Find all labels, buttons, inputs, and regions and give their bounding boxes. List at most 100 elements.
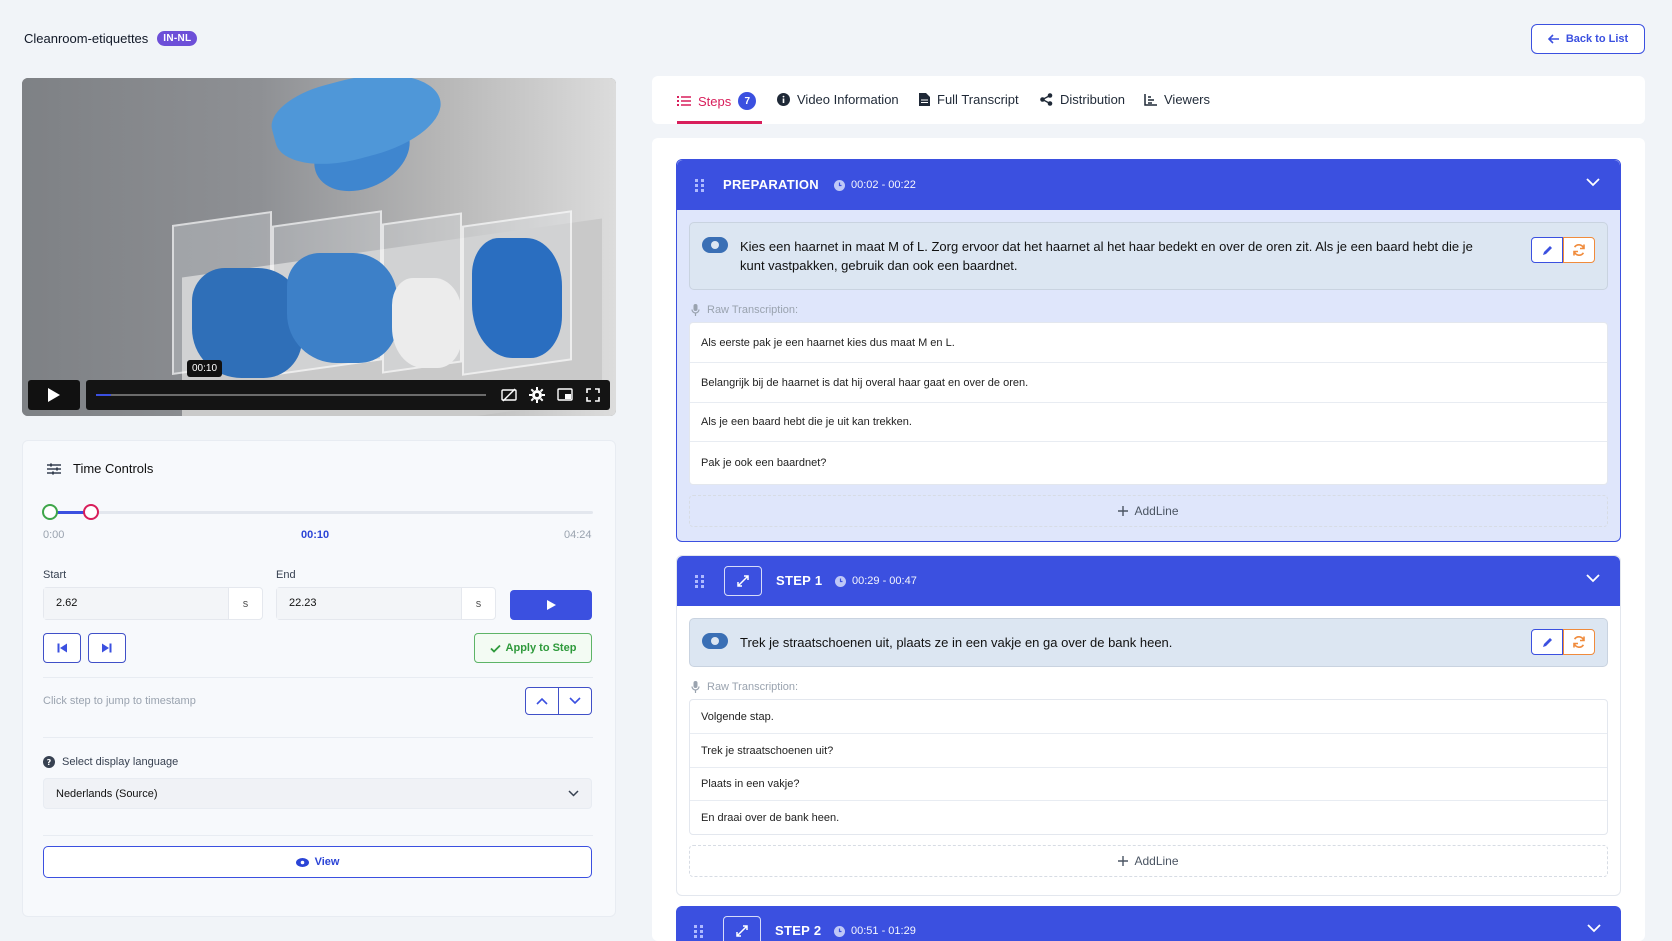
move-step-button[interactable] (724, 566, 762, 596)
fullscreen-icon[interactable] (584, 386, 602, 404)
range-max-label: 04:24 (564, 529, 592, 541)
chevron-down-icon[interactable] (1587, 924, 1601, 933)
chevron-down-icon[interactable] (1586, 574, 1600, 583)
add-line-button[interactable]: AddLine (689, 845, 1608, 877)
step-card[interactable]: STEP 2 00:51 - 01:29 (676, 906, 1621, 941)
start-time-field[interactable]: 2.62 s (43, 587, 263, 620)
drag-handle-icon[interactable] (694, 178, 706, 192)
divider (43, 677, 593, 678)
raw-transcription-list: Volgende stap. Trek je straatschoenen ui… (689, 699, 1608, 835)
divider (43, 835, 593, 836)
divider (43, 737, 593, 738)
transcript-line[interactable]: Volgende stap. (690, 700, 1607, 734)
file-text-icon (919, 93, 930, 106)
clock-icon (834, 179, 845, 191)
tab-viewers[interactable]: Viewers (1144, 92, 1210, 107)
plus-icon (1118, 506, 1129, 516)
step-summary-text: Trek je straatschoenen uit, plaats ze in… (740, 635, 1173, 650)
skip-back-icon (57, 643, 67, 653)
info-icon (777, 93, 790, 106)
language-badge: IN-NL (157, 31, 198, 46)
visibility-toggle-icon[interactable] (702, 633, 728, 649)
step-card[interactable]: STEP 1 00:29 - 00:47 Trek je straatschoe… (676, 555, 1621, 896)
visibility-toggle-icon[interactable] (702, 237, 728, 253)
display-language-value: Nederlands (Source) (56, 787, 158, 800)
arrows-diagonal-icon (736, 925, 748, 937)
start-time-input[interactable]: 2.62 (44, 588, 228, 619)
step-time-range: 00:02 - 00:22 (834, 179, 916, 191)
step-header[interactable]: STEP 2 00:51 - 01:29 (676, 906, 1621, 941)
step-jump-hint: Click step to jump to timestamp (43, 695, 196, 707)
video-progress-bar[interactable]: 00:10 (86, 360, 610, 410)
step-summary[interactable]: Trek je straatschoenen uit, plaats ze in… (689, 618, 1608, 667)
arrows-diagonal-icon (737, 575, 749, 587)
picture-in-picture-icon[interactable] (556, 386, 574, 404)
play-segment-button[interactable] (510, 590, 592, 620)
previous-step-button[interactable] (526, 688, 558, 714)
summary-actions (1531, 237, 1595, 263)
skip-back-button[interactable] (43, 633, 81, 663)
step-card[interactable]: PREPARATION 00:02 - 00:22 Kies een haarn… (676, 159, 1621, 542)
view-label: View (314, 856, 340, 868)
apply-to-step-button[interactable]: Apply to Step (474, 633, 592, 663)
tab-distribution[interactable]: Distribution (1040, 92, 1125, 107)
step-header[interactable]: STEP 1 00:29 - 00:47 (677, 556, 1620, 606)
chevron-down-icon[interactable] (1586, 178, 1600, 187)
top-bar: Cleanroom-etiquettes IN-NL Back to List (0, 0, 1672, 72)
chevron-up-icon (536, 697, 548, 705)
view-button[interactable]: View (43, 846, 592, 878)
step-time-range: 00:29 - 00:47 (835, 575, 917, 587)
step-time-text: 00:29 - 00:47 (852, 575, 917, 587)
tab-full-transcript[interactable]: Full Transcript (919, 92, 1019, 107)
clock-icon (834, 925, 845, 937)
arrow-left-icon (1547, 34, 1559, 44)
tab-video-information[interactable]: Video Information (777, 92, 899, 107)
pencil-icon (1542, 245, 1552, 255)
video-control-icons (500, 386, 602, 404)
edit-button[interactable] (1531, 629, 1563, 655)
add-line-button[interactable]: AddLine (689, 495, 1608, 527)
transcript-line[interactable]: En draai over de bank heen. (690, 801, 1607, 834)
transcript-line[interactable]: Belangrijk bij de haarnet is dat hij ove… (690, 363, 1607, 403)
range-start-handle[interactable] (42, 504, 58, 520)
transcript-line[interactable]: Plaats in een vakje? (690, 768, 1607, 801)
tab-video-information-label: Video Information (797, 92, 899, 107)
range-end-handle[interactable] (83, 504, 99, 520)
end-label: End (276, 569, 296, 581)
gear-icon[interactable] (528, 386, 546, 404)
step-time-range: 00:51 - 01:29 (834, 925, 916, 937)
apply-to-step-label: Apply to Step (505, 642, 577, 654)
transcript-line[interactable]: Als je een baard hebt die je uit kan tre… (690, 403, 1607, 442)
transcript-line[interactable]: Trek je straatschoenen uit? (690, 734, 1607, 768)
step-title: STEP 2 (775, 923, 822, 938)
step-summary[interactable]: Kies een haarnet in maat M of L. Zorg er… (689, 222, 1608, 290)
back-to-list-button[interactable]: Back to List (1531, 24, 1645, 54)
tab-steps[interactable]: Steps 7 (677, 92, 757, 110)
step-title: PREPARATION (723, 177, 819, 192)
skip-forward-icon (102, 643, 112, 653)
video-player[interactable]: 00:10 (22, 78, 616, 416)
transcript-line[interactable]: Als eerste pak je een haarnet kies dus m… (690, 323, 1607, 363)
add-line-label: AddLine (1134, 854, 1179, 868)
skip-forward-button[interactable] (88, 633, 126, 663)
transcript-line[interactable]: Pak je ook een baardnet? (690, 442, 1607, 484)
video-play-button[interactable] (28, 380, 80, 410)
end-time-input[interactable]: 22.23 (277, 588, 461, 619)
next-step-button[interactable] (558, 688, 591, 714)
drag-handle-icon[interactable] (694, 574, 706, 588)
video-controls: 00:10 (28, 360, 610, 410)
refresh-icon (1573, 244, 1585, 256)
chevron-down-icon (569, 697, 581, 705)
regenerate-button[interactable] (1563, 237, 1595, 263)
edit-button[interactable] (1531, 237, 1563, 263)
regenerate-button[interactable] (1563, 629, 1595, 655)
captions-off-icon[interactable] (500, 386, 518, 404)
move-step-button[interactable] (723, 916, 761, 941)
step-header[interactable]: PREPARATION 00:02 - 00:22 (677, 160, 1620, 210)
svg-text:?: ? (47, 758, 52, 767)
steps-count-badge: 7 (738, 92, 757, 110)
drag-handle-icon[interactable] (693, 924, 705, 938)
time-range-track[interactable] (49, 511, 593, 514)
display-language-select[interactable]: Nederlands (Source) (43, 778, 592, 809)
end-time-field[interactable]: 22.23 s (276, 587, 496, 620)
